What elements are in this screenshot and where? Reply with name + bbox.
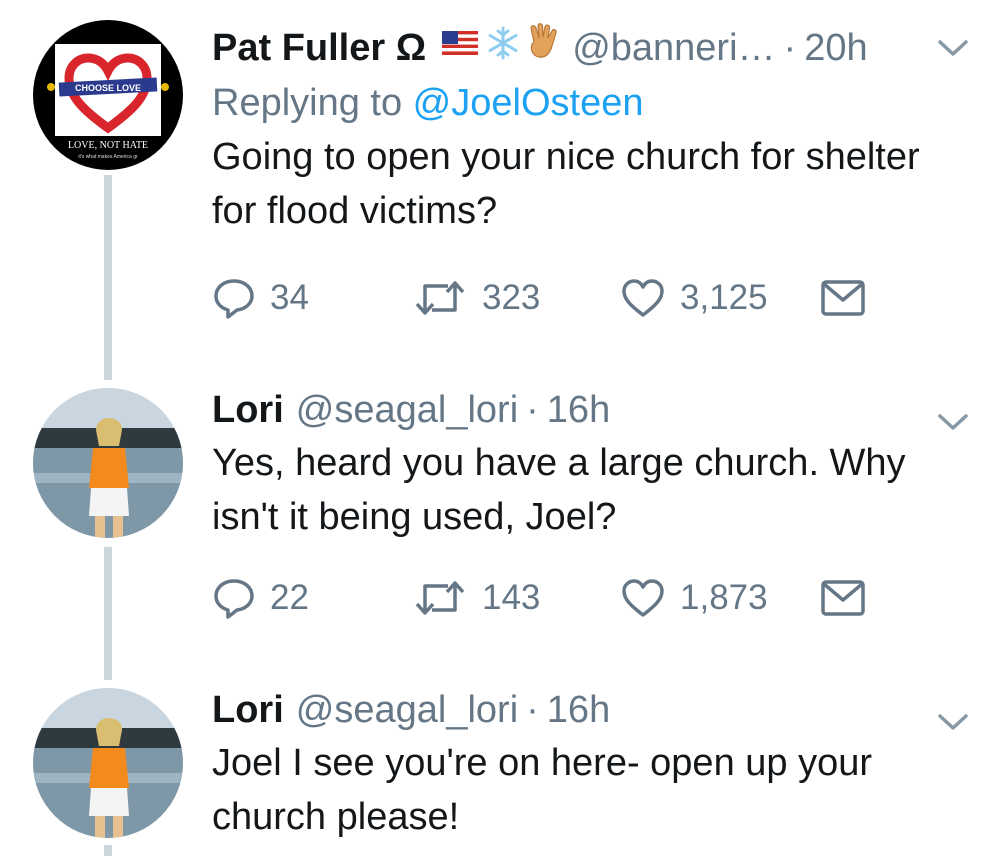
like-button[interactable]: 3,125	[620, 277, 820, 319]
reply-handle-link[interactable]: @JoelOsteen	[413, 82, 644, 124]
chevron-down-icon[interactable]	[936, 410, 970, 434]
tweet-header: Pat Fuller Ω @banneri… · 20h	[212, 22, 970, 70]
lori-avatar-image	[33, 388, 183, 538]
like-icon	[620, 577, 666, 619]
tweet-header: Lori @seagal_lori · 16h	[212, 388, 970, 432]
timestamp[interactable]: 20h	[804, 26, 867, 70]
reply-icon	[212, 576, 256, 620]
replying-to: Replying to @JoelOsteen	[212, 80, 970, 126]
reply-icon	[212, 276, 256, 320]
reply-count: 22	[270, 578, 309, 617]
like-count: 3,125	[680, 278, 768, 317]
retweet-button[interactable]: 143	[412, 576, 620, 620]
snowflake-icon	[488, 26, 518, 60]
user-handle[interactable]: @banneri…	[572, 26, 775, 70]
retweet-button[interactable]: 323	[412, 276, 620, 320]
tweet-text: Going to open your nice church for shelt…	[212, 136, 920, 232]
timestamp[interactable]: 16h	[547, 388, 610, 432]
separator-dot: ·	[783, 27, 797, 69]
tweet-actions: 22 143 1,873	[212, 576, 866, 620]
user-handle[interactable]: @seagal_lori	[296, 688, 518, 732]
vulcan-salute-icon	[530, 23, 557, 58]
avatar-subcaption: it's what makes America gr	[78, 154, 138, 160]
direct-message-button[interactable]	[820, 279, 866, 317]
retweet-count: 323	[482, 278, 541, 317]
display-name[interactable]: Pat Fuller Ω	[212, 26, 426, 70]
reply-button[interactable]: 22	[212, 576, 412, 620]
separator-dot: ·	[526, 689, 539, 731]
retweet-count: 143	[482, 578, 541, 617]
avatar-caption: LOVE, NOT HATE	[68, 140, 148, 151]
display-name[interactable]: Lori	[212, 388, 284, 432]
tweet-header: Lori @seagal_lori · 16h	[212, 688, 970, 732]
tweet-text: Yes, heard you have a large church. Why …	[212, 442, 906, 538]
separator-dot: ·	[526, 389, 539, 431]
tweet[interactable]: CHOOSE LOVE LOVE, NOT HATE it's what mak…	[0, 0, 1000, 380]
like-icon	[620, 277, 666, 319]
tweet-text: Joel I see you're on here- open up your …	[212, 742, 873, 838]
reply-count: 34	[270, 278, 309, 317]
avatar[interactable]	[33, 388, 183, 538]
timestamp[interactable]: 16h	[547, 688, 610, 732]
lori-avatar-image	[33, 688, 183, 838]
tweet-actions: 34 323 3,125	[212, 276, 866, 320]
avatar[interactable]: CHOOSE LOVE LOVE, NOT HATE it's what mak…	[33, 20, 183, 170]
us-flag-icon	[442, 31, 479, 55]
avatar-banner-text: CHOOSE LOVE	[75, 83, 141, 93]
direct-message-button[interactable]	[820, 579, 866, 617]
like-count: 1,873	[680, 578, 768, 617]
tweet[interactable]: Lori @seagal_lori · 16h Yes, heard you h…	[0, 380, 1000, 680]
user-handle[interactable]: @seagal_lori	[296, 388, 518, 432]
replying-to-label: Replying to	[212, 82, 413, 124]
like-button[interactable]: 1,873	[620, 577, 820, 619]
reply-button[interactable]: 34	[212, 276, 412, 320]
tweet[interactable]: Lori @seagal_lori · 16h Joel I see you'r…	[0, 680, 1000, 856]
chevron-down-icon[interactable]	[936, 710, 970, 734]
display-name[interactable]: Lori	[212, 688, 284, 732]
avatar[interactable]	[33, 688, 183, 838]
dm-icon	[820, 279, 866, 317]
chevron-down-icon[interactable]	[936, 36, 970, 60]
retweet-icon	[412, 576, 468, 620]
choose-love-avatar-image: CHOOSE LOVE LOVE, NOT HATE it's what mak…	[47, 44, 169, 160]
dm-icon	[820, 579, 866, 617]
retweet-icon	[412, 276, 468, 320]
